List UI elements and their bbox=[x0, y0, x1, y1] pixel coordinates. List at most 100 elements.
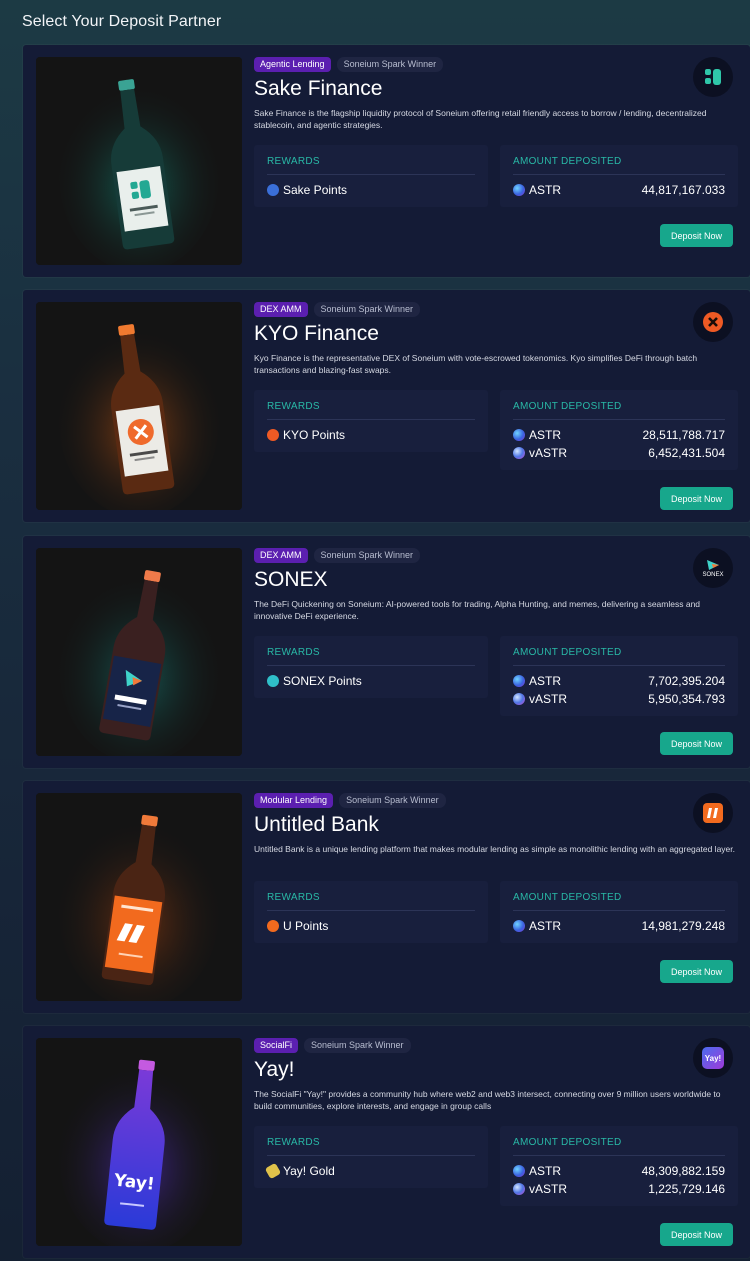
partner-tags: Agentic Lending Soneium Spark Winner bbox=[254, 57, 444, 72]
partner-card-untitled-bank: Modular Lending Soneium Spark Winner Unt… bbox=[23, 781, 750, 1013]
sonex-logo-icon: SONEX bbox=[693, 548, 733, 588]
bottle-image bbox=[36, 793, 242, 1001]
bottle-image bbox=[36, 57, 242, 265]
category-tag: Agentic Lending bbox=[254, 57, 331, 72]
divider bbox=[267, 419, 475, 420]
deposit-now-button[interactable]: Deposit Now bbox=[660, 960, 733, 983]
bottle-image: Yay! bbox=[36, 1038, 242, 1246]
token-name: vASTR bbox=[529, 446, 568, 460]
sonex-points-icon bbox=[267, 675, 279, 687]
deposited-box: AMOUNT DEPOSITED ASTR 44,817,167.033 bbox=[500, 145, 738, 207]
reward-row: SONEX Points bbox=[267, 673, 475, 689]
partner-tags: Modular Lending Soneium Spark Winner bbox=[254, 793, 446, 808]
reward-name: SONEX Points bbox=[283, 674, 362, 688]
category-tag: Modular Lending bbox=[254, 793, 334, 808]
vastr-token-icon bbox=[513, 693, 525, 705]
rewards-box: REWARDS SONEX Points bbox=[254, 636, 488, 698]
partner-tags: SocialFi Soneium Spark Winner bbox=[254, 1038, 411, 1053]
reward-name: Sake Points bbox=[283, 183, 348, 197]
token-name: vASTR bbox=[529, 1182, 568, 1196]
divider bbox=[513, 910, 725, 911]
deposit-now-button[interactable]: Deposit Now bbox=[660, 224, 733, 247]
deposit-row-astr: ASTR 28,511,788.717 bbox=[513, 427, 725, 443]
rewards-label: REWARDS bbox=[267, 892, 320, 903]
divider bbox=[513, 419, 725, 420]
token-name: ASTR bbox=[529, 919, 562, 933]
partner-name: Sake Finance bbox=[254, 77, 383, 100]
partner-name: Yay! bbox=[254, 1058, 295, 1081]
award-tag: Soneium Spark Winner bbox=[339, 793, 446, 808]
category-tag: DEX AMM bbox=[254, 302, 308, 317]
sake-finance-logo-icon bbox=[693, 57, 733, 97]
token-name: ASTR bbox=[529, 428, 562, 442]
token-amount: 7,702,395.204 bbox=[648, 674, 725, 688]
vastr-token-icon bbox=[513, 447, 525, 459]
yay-gold-icon bbox=[264, 1162, 282, 1180]
deposit-row-astr: ASTR 14,981,279.248 bbox=[513, 918, 725, 934]
untitled-bank-logo-icon bbox=[693, 793, 733, 833]
deposit-now-button[interactable]: Deposit Now bbox=[660, 732, 733, 755]
rewards-label: REWARDS bbox=[267, 156, 320, 167]
rewards-box: REWARDS Sake Points bbox=[254, 145, 488, 207]
yay-logo-icon: Yay! bbox=[693, 1038, 733, 1078]
rewards-box: REWARDS Yay! Gold bbox=[254, 1126, 488, 1188]
astr-token-icon bbox=[513, 920, 525, 932]
deposit-now-button[interactable]: Deposit Now bbox=[660, 487, 733, 510]
partner-name: Untitled Bank bbox=[254, 813, 379, 836]
partner-name: KYO Finance bbox=[254, 322, 379, 345]
partner-name: SONEX bbox=[254, 568, 328, 591]
deposit-row-astr: ASTR 7,702,395.204 bbox=[513, 673, 725, 689]
partner-description: The SocialFi "Yay!" provides a community… bbox=[254, 1089, 721, 1111]
partner-tags: DEX AMM Soneium Spark Winner bbox=[254, 548, 421, 563]
u-points-icon bbox=[267, 920, 279, 932]
partner-card-sonex: DEX AMM Soneium Spark Winner SONEX The D… bbox=[23, 536, 750, 768]
amount-deposited-label: AMOUNT DEPOSITED bbox=[513, 647, 622, 658]
divider bbox=[513, 174, 725, 175]
deposited-box: AMOUNT DEPOSITED ASTR 48,309,882.159 vAS… bbox=[500, 1126, 738, 1206]
astr-token-icon bbox=[513, 184, 525, 196]
astr-token-icon bbox=[513, 1165, 525, 1177]
reward-name: U Points bbox=[283, 919, 329, 933]
deposit-row-vastr: vASTR 1,225,729.146 bbox=[513, 1181, 725, 1197]
partner-description: Untitled Bank is a unique lending platfo… bbox=[254, 844, 736, 854]
token-amount: 14,981,279.248 bbox=[641, 919, 725, 933]
astr-token-icon bbox=[513, 675, 525, 687]
astr-token-icon bbox=[513, 429, 525, 441]
award-tag: Soneium Spark Winner bbox=[336, 57, 444, 72]
token-name: ASTR bbox=[529, 183, 562, 197]
reward-name: KYO Points bbox=[283, 428, 346, 442]
token-name: vASTR bbox=[529, 692, 568, 706]
reward-row: Yay! Gold bbox=[264, 1162, 475, 1180]
deposited-box: AMOUNT DEPOSITED ASTR 28,511,788.717 vAS… bbox=[500, 390, 738, 470]
rewards-label: REWARDS bbox=[267, 647, 320, 658]
partner-tags: DEX AMM Soneium Spark Winner bbox=[254, 302, 421, 317]
token-amount: 5,950,354.793 bbox=[648, 692, 725, 706]
deposited-box: AMOUNT DEPOSITED ASTR 14,981,279.248 bbox=[500, 881, 738, 943]
yay-logo-text: Yay! bbox=[702, 1047, 724, 1069]
rewards-box: REWARDS U Points bbox=[254, 881, 488, 943]
category-tag: DEX AMM bbox=[254, 548, 308, 563]
bottle-image bbox=[36, 302, 242, 510]
deposit-now-button[interactable]: Deposit Now bbox=[660, 1223, 733, 1246]
deposit-row-astr: ASTR 44,817,167.033 bbox=[513, 182, 725, 198]
kyo-finance-logo-icon bbox=[693, 302, 733, 342]
award-tag: Soneium Spark Winner bbox=[313, 302, 421, 317]
page-title: Select Your Deposit Partner bbox=[22, 13, 222, 30]
reward-name: Yay! Gold bbox=[283, 1164, 335, 1178]
amount-deposited-label: AMOUNT DEPOSITED bbox=[513, 892, 622, 903]
deposit-row-vastr: vASTR 6,452,431.504 bbox=[513, 445, 725, 461]
deposit-row-astr: ASTR 48,309,882.159 bbox=[513, 1163, 725, 1179]
partner-description: Sake Finance is the flagship liquidity p… bbox=[254, 108, 707, 130]
reward-row: KYO Points bbox=[267, 427, 475, 443]
bottle-image bbox=[36, 548, 242, 756]
amount-deposited-label: AMOUNT DEPOSITED bbox=[513, 156, 622, 167]
partner-description: The DeFi Quickening on Soneium: AI-power… bbox=[254, 599, 701, 621]
token-amount: 6,452,431.504 bbox=[648, 446, 725, 460]
token-name: ASTR bbox=[529, 674, 562, 688]
kyo-points-icon bbox=[267, 429, 279, 441]
deposited-box: AMOUNT DEPOSITED ASTR 7,702,395.204 vAST… bbox=[500, 636, 738, 716]
partner-card-kyo-finance: DEX AMM Soneium Spark Winner KYO Finance… bbox=[23, 290, 750, 522]
divider bbox=[513, 1155, 725, 1156]
deposit-row-vastr: vASTR 5,950,354.793 bbox=[513, 691, 725, 707]
divider bbox=[267, 910, 475, 911]
